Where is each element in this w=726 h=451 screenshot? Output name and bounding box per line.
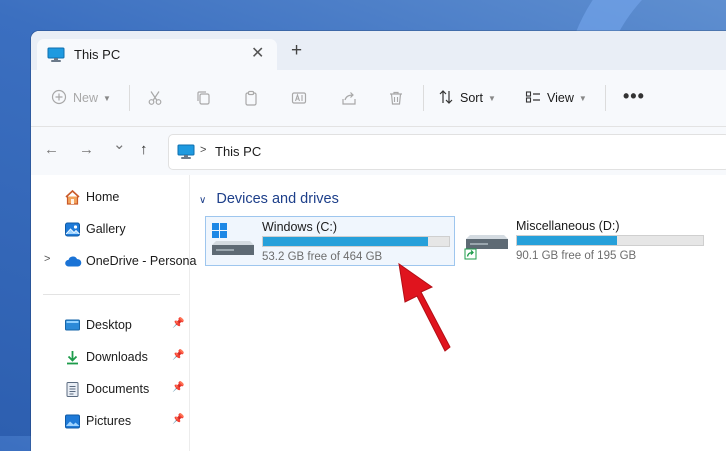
- annotation-arrow: [398, 262, 451, 352]
